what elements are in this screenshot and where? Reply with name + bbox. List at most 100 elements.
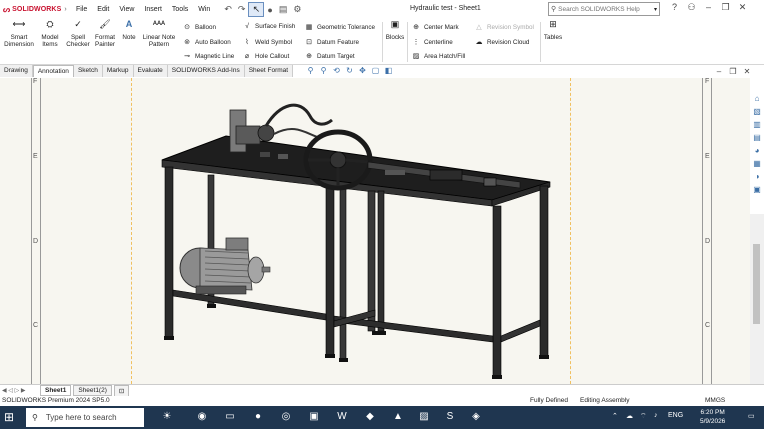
resources-icon[interactable]: ▧ [750, 107, 764, 120]
chevron-down-icon[interactable]: ▾ [654, 6, 657, 13]
tab-evaluate[interactable]: Evaluate [133, 65, 168, 77]
weather-widget-icon[interactable]: ☀ [150, 411, 184, 422]
menu-edit[interactable]: Edit [92, 6, 114, 13]
minimize-view-icon[interactable]: – [712, 67, 726, 76]
table-leg [377, 190, 385, 332]
help-search-input[interactable] [558, 5, 649, 13]
help-icon[interactable]: ? [666, 2, 683, 13]
add-sheet-icon[interactable]: ⊡ [113, 384, 130, 397]
format-painter-button[interactable]: 🖌 Format Painter [92, 20, 118, 49]
minimize-icon[interactable]: – [700, 2, 717, 13]
revision-symbol-button[interactable]: △ Revision Symbol [474, 23, 534, 32]
options-gear-icon[interactable]: ⚙ [293, 4, 301, 15]
tab-annotation[interactable]: Annotation [32, 65, 74, 77]
app-icon[interactable]: ◈ [468, 411, 484, 422]
menu-insert[interactable]: Insert [139, 6, 167, 13]
tab-sketch[interactable]: Sketch [73, 65, 103, 77]
design-library-icon[interactable]: ▥ [750, 120, 764, 133]
restore-icon[interactable]: ❐ [717, 2, 734, 13]
spell-checker-button[interactable]: ✓ Spell Checker [65, 20, 91, 49]
area-hatch-fill-button[interactable]: ▨ Area Hatch/Fill [411, 52, 466, 61]
solidworks-taskbar-icon[interactable]: S [442, 411, 458, 422]
revision-cloud-button[interactable]: ☁ Revision Cloud [474, 38, 530, 47]
previous-view-icon[interactable]: ⟲ [330, 66, 343, 75]
photos-icon[interactable]: ▨ [416, 411, 432, 422]
tables-button[interactable]: ⊞ Tables [543, 20, 563, 42]
auto-balloon-button[interactable]: ⊚ Auto Balloon [182, 38, 231, 47]
close-icon[interactable]: ✕ [734, 2, 751, 13]
select-pointer-icon[interactable]: ↖ [248, 2, 265, 17]
center-mark-button[interactable]: ⊕ Center Mark [411, 23, 459, 32]
geometric-tolerance-button[interactable]: ▦ Geometric Tolerance [304, 23, 375, 32]
menu-window[interactable]: Win [193, 6, 215, 13]
sheet-tab-sheet1-2[interactable]: Sheet1(2) [73, 385, 112, 396]
sheet-tab-sheet1[interactable]: Sheet1 [40, 385, 72, 396]
display-style-icon[interactable]: ◧ [382, 66, 395, 75]
status-units[interactable]: MMGS [705, 397, 725, 404]
menu-tools[interactable]: Tools [167, 6, 193, 13]
taskbar-search[interactable]: ⚲ Type here to search [26, 408, 144, 427]
hydraulic-test-bench-view[interactable] [0, 78, 750, 384]
custom-properties-icon[interactable]: ▦ [750, 159, 764, 172]
tab-addins[interactable]: SOLIDWORKS Add-Ins [167, 65, 245, 77]
model-items-button[interactable]: ⛭ Model Items [37, 20, 63, 49]
language-indicator[interactable]: ENG [668, 412, 683, 419]
blocks-button[interactable]: ▣ Blocks [385, 20, 405, 42]
sheet-nav-arrows-icon[interactable]: ◀ ◁ ▷ ▶ [0, 387, 40, 394]
weld-symbol-button[interactable]: ⌇ Weld Symbol [242, 38, 292, 47]
file-properties-icon[interactable]: ▤ [279, 4, 288, 15]
chrome-icon[interactable]: ◎ [278, 411, 294, 422]
onedrive-icon[interactable]: ☁ [626, 412, 633, 420]
store-icon[interactable]: ▣ [306, 411, 322, 422]
redo-icon[interactable]: ↷ [238, 4, 246, 15]
acrobat-icon[interactable]: ▲ [390, 411, 406, 422]
notifications-icon[interactable]: ▭ [748, 412, 755, 420]
vpn-icon[interactable]: ◆ [362, 411, 378, 422]
tile-view-icon[interactable]: ❐ [726, 67, 740, 76]
datum-target-button[interactable]: ⊕ Datum Target [304, 52, 355, 61]
home-icon[interactable]: ⌂ [750, 94, 764, 107]
zoom-area-icon[interactable]: ⚲ [317, 66, 330, 75]
drawing-sheet[interactable]: F E D C F E D C [0, 78, 750, 384]
rotate-icon[interactable]: ↻ [343, 66, 356, 75]
edge-icon[interactable]: ◉ [194, 411, 210, 422]
file-explorer-icon[interactable]: ▤ [750, 133, 764, 146]
centerline-button[interactable]: ⋮ Centerline [411, 38, 453, 47]
surface-finish-button[interactable]: √ Surface Finish [242, 23, 295, 30]
balloon-button[interactable]: ⊙ Balloon [182, 23, 216, 32]
zoom-fit-icon[interactable]: ⚲ [304, 66, 317, 75]
rebuild-icon[interactable]: ● [267, 5, 272, 15]
solidworks-logo[interactable]: ᔕ SOLIDWORKS › [3, 5, 71, 14]
menu-view[interactable]: View [114, 6, 139, 13]
tab-sheet-format[interactable]: Sheet Format [244, 65, 294, 77]
linear-note-pattern-button[interactable]: ᴬᴬᴬ Linear Note Pattern [140, 20, 178, 49]
user-icon[interactable]: ⚇ [683, 2, 700, 13]
undo-icon[interactable]: ↶ [224, 4, 232, 15]
tab-drawing[interactable]: Drawing [0, 65, 33, 77]
appearances-icon[interactable]: ◕ [750, 146, 764, 159]
menu-file[interactable]: File [71, 6, 92, 13]
magnetic-line-button[interactable]: ⊸ Magnetic Line [182, 52, 234, 61]
tab-markup[interactable]: Markup [102, 65, 134, 77]
datum-feature-button[interactable]: ⊡ Datum Feature [304, 38, 359, 47]
view-orientation-icon[interactable]: ▢ [369, 66, 382, 75]
vertical-scrollbar[interactable] [750, 214, 764, 384]
windows-start-icon[interactable]: ⊞ [4, 410, 14, 424]
volume-icon[interactable]: ♪ [654, 412, 658, 419]
tray-chevron-icon[interactable]: ⌃ [612, 412, 618, 420]
pan-icon[interactable]: ✥ [356, 66, 369, 75]
taskbar-clock[interactable]: 6:20 PM 5/9/2026 [700, 408, 725, 426]
smart-dimension-button[interactable]: ⟷ Smart Dimension [3, 20, 35, 49]
close-view-icon[interactable]: ✕ [740, 67, 754, 76]
view-palette-icon[interactable]: ◑ [750, 172, 764, 185]
scrollbar-thumb[interactable] [753, 244, 760, 324]
chevron-right-icon[interactable]: › [64, 6, 66, 13]
hole-callout-button[interactable]: ⌀ Hole Callout [242, 52, 289, 61]
word-icon[interactable]: W [334, 411, 350, 422]
forum-icon[interactable]: ▣ [750, 185, 764, 198]
note-button[interactable]: A Note [120, 20, 138, 42]
help-search[interactable]: ⚲ ▾ [548, 2, 660, 16]
wifi-icon[interactable]: ⌔ [640, 412, 647, 421]
file-explorer-icon[interactable]: ▭ [222, 411, 238, 422]
firefox-icon[interactable]: ● [250, 411, 266, 422]
